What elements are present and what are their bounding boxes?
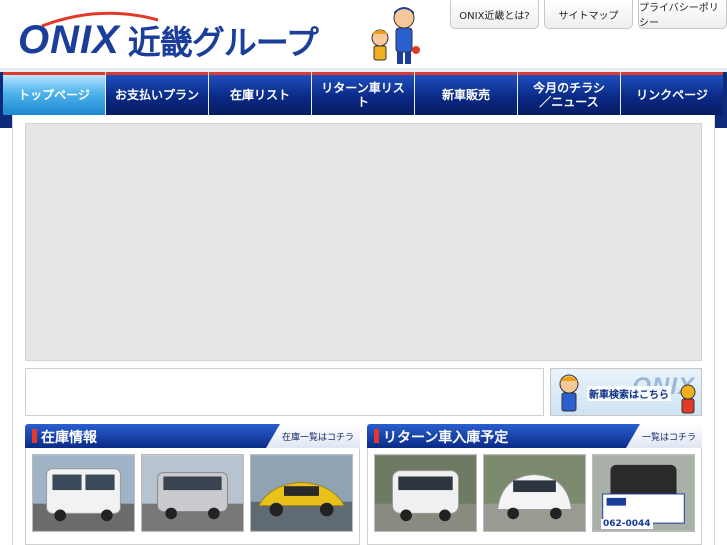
return-panel-header: リターン車入庫予定 一覧はコチラ	[367, 424, 702, 448]
slideshow-area	[25, 123, 702, 361]
nav-item-top[interactable]: トップページ	[3, 72, 105, 115]
return-list-link[interactable]: 一覧はコチラ	[625, 424, 702, 448]
nav-item-flyer-news[interactable]: 今月のチラシ ／ニュース	[518, 72, 620, 115]
stock-panel-title: 在庫情報	[41, 430, 97, 446]
nav-item-payment-plan[interactable]: お支払いプラン	[106, 72, 208, 115]
header-accent-bar	[32, 429, 37, 443]
car-thumbnail[interactable]	[483, 454, 586, 532]
return-car-list: 062-0044	[367, 448, 702, 545]
car-thumbnail[interactable]	[141, 454, 244, 532]
top-link-sitemap[interactable]: サイトマップ	[544, 0, 633, 29]
car-thumbnail[interactable]	[250, 454, 353, 532]
car-thumbnail[interactable]	[32, 454, 135, 532]
car-thumbnail[interactable]	[374, 454, 477, 532]
car-photo-white-compact	[484, 455, 585, 531]
top-links: ONIX近畿とは? サイトマップ プライバシーポリシー	[450, 0, 727, 29]
site-logo[interactable]: ONIX 近畿グループ	[18, 11, 319, 68]
nav-item-links[interactable]: リンクページ	[621, 72, 723, 115]
return-panel: リターン車入庫予定 一覧はコチラ 062-0044	[367, 424, 702, 545]
stock-panel-header: 在庫情報 在庫一覧はコチラ	[25, 424, 360, 448]
main-nav: トップページ お支払いプラン 在庫リスト リターン車リスト 新車販売 今月のチラ…	[3, 72, 723, 115]
car-photo-white-kei-car	[375, 455, 476, 531]
return-panel-title: リターン車入庫予定	[383, 430, 509, 446]
search-box[interactable]	[25, 368, 544, 416]
new-car-search-banner[interactable]: ONIX 新車検索はこちら	[550, 368, 702, 416]
nav-item-new-car-sales[interactable]: 新車販売	[415, 72, 517, 115]
stock-car-list	[25, 448, 360, 545]
car-photo-white-van	[33, 455, 134, 531]
nav-item-stock-list[interactable]: 在庫リスト	[209, 72, 311, 115]
sign-phone-number: 062-0044	[601, 519, 653, 529]
car-photo-yellow-coupe	[251, 455, 352, 531]
logo-brand: ONIX	[18, 17, 120, 62]
banner-text: 新車検索はこちら	[587, 386, 671, 401]
mascot-small-icon	[680, 384, 696, 414]
top-link-about[interactable]: ONIX近畿とは?	[450, 0, 539, 29]
car-photo-silver-wagon	[142, 455, 243, 531]
car-thumbnail[interactable]: 062-0044	[592, 454, 695, 532]
stock-list-link[interactable]: 在庫一覧はコチラ	[265, 424, 360, 448]
nav-item-return-car-list[interactable]: リターン車リスト	[312, 72, 414, 115]
header-accent-bar	[374, 429, 379, 443]
mascot-icon	[559, 374, 579, 412]
top-link-privacy[interactable]: プライバシーポリシー	[638, 0, 727, 29]
mascot-illustration	[371, 7, 420, 64]
stock-panel: 在庫情報 在庫一覧はコチラ	[25, 424, 360, 545]
